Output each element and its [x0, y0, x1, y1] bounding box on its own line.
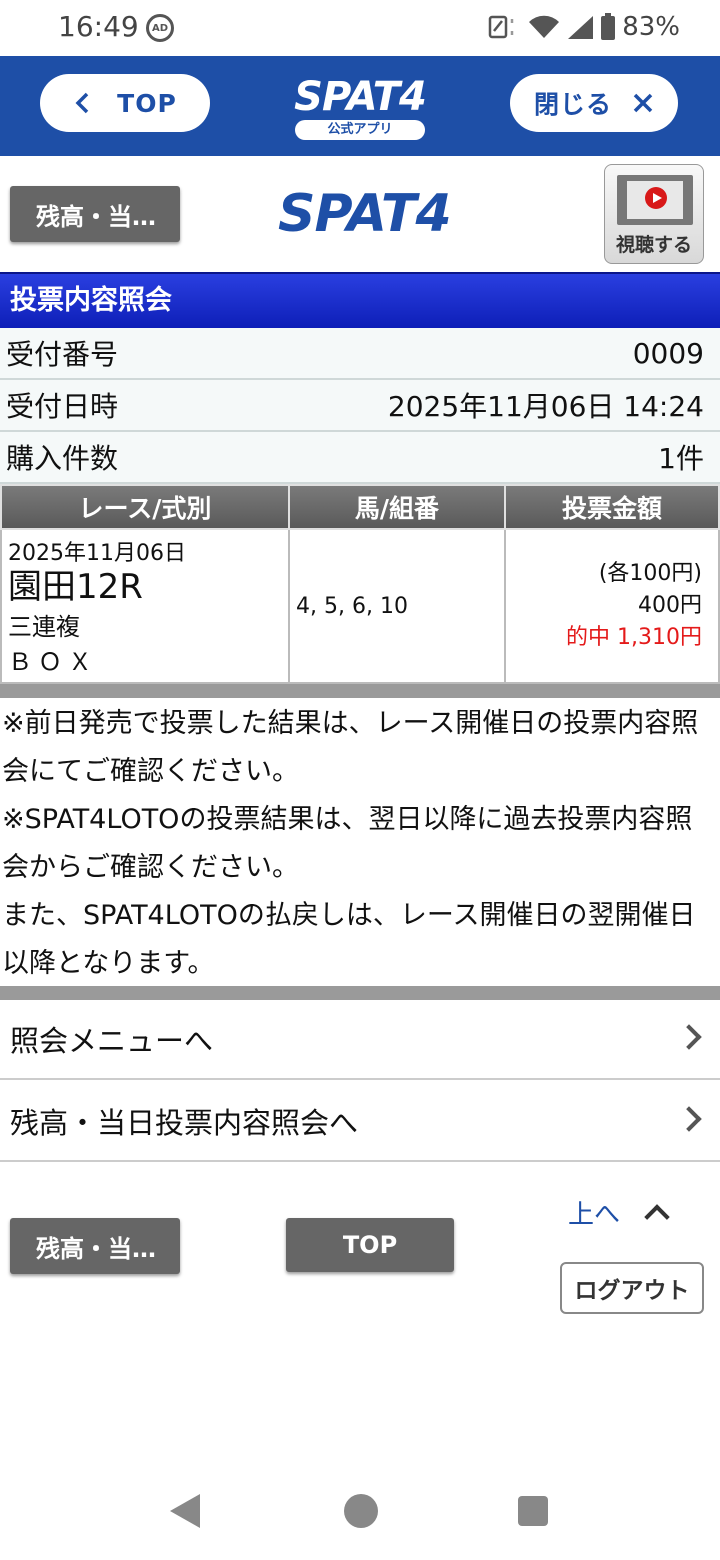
race-cell: 2025年11月06日 園田12R 三連複 ＢＯＸ [0, 528, 290, 684]
table-row: 2025年11月06日 園田12R 三連複 ＢＯＸ 4, 5, 6, 10 (各… [0, 528, 720, 684]
battery-level: 83% [622, 12, 680, 42]
page-header: 残高・当… SPAT4 視聴する [0, 156, 720, 272]
close-button-label: 閉じる [533, 90, 612, 119]
status-bar: 16:49 AD 83% [0, 0, 720, 56]
chevron-right-icon [676, 1024, 702, 1050]
amount-cell: (各100円) 400円 的中 1,310円 [504, 528, 720, 684]
divider [0, 684, 720, 698]
divider [0, 986, 720, 1000]
top-button[interactable]: TOP [40, 74, 210, 132]
inquiry-menu-label: 照会メニューへ [10, 1024, 214, 1058]
film-icon [617, 175, 693, 225]
bet-type: 三連複 [8, 613, 80, 641]
app-logo-sub: 公式アプリ [295, 120, 425, 140]
balance-inquiry-link[interactable]: 残高・当日投票内容照会へ [0, 1082, 720, 1162]
nav-recent-icon[interactable] [518, 1496, 548, 1526]
top-button-bottom[interactable]: TOP [286, 1218, 454, 1272]
system-nav-bar [0, 1460, 720, 1560]
chevron-right-icon [676, 1106, 702, 1132]
purchase-count-value: 1件 [658, 442, 704, 475]
header-amount: 投票金額 [504, 484, 720, 530]
receipt-datetime-value: 2025年11月06日 14:24 [387, 390, 704, 423]
chevron-up-icon[interactable] [644, 1204, 670, 1230]
unit-amount: (各100円) [598, 561, 702, 586]
receipt-datetime-row: 受付日時 2025年11月06日 14:24 [0, 380, 720, 432]
app-logo-text: SPAT4 [294, 74, 427, 120]
purchase-count-label: 購入件数 [6, 442, 119, 475]
bet-mode: ＢＯＸ [8, 648, 98, 676]
top-button-bottom-label: TOP [342, 1231, 398, 1259]
purchase-count-row: 購入件数 1件 [0, 432, 720, 484]
bet-table: レース/式別 馬/組番 投票金額 2025年11月06日 園田12R 三連複 Ｂ… [0, 484, 720, 684]
nav-back-icon[interactable] [170, 1494, 200, 1528]
logout-button[interactable]: ログアウト [560, 1262, 704, 1314]
balance-back-label-bottom: 残高・当… [36, 1234, 156, 1263]
battery-icon [601, 13, 616, 40]
notes: ※前日発売で投票した結果は、レース開催日の投票内容照会にてご確認ください。 ※S… [2, 700, 718, 988]
wifi-icon [529, 15, 560, 39]
race-name: 園田12R [8, 567, 143, 607]
watch-video-label: 視聴する [615, 234, 692, 256]
total-amount: 400円 [638, 593, 702, 618]
watch-video-button[interactable]: 視聴する [604, 164, 704, 264]
status-time: 16:49 [58, 10, 139, 43]
chevron-left-icon [75, 92, 89, 114]
close-button[interactable]: 閉じる [510, 74, 678, 132]
balance-back-button[interactable]: 残高・当… [10, 186, 180, 242]
header-race: レース/式別 [0, 484, 290, 530]
inquiry-menu-link[interactable]: 照会メニューへ [0, 1000, 720, 1080]
site-logo: SPAT4 [278, 184, 452, 244]
receipt-number-value: 0009 [632, 336, 704, 370]
race-date: 2025年11月06日 [8, 541, 186, 566]
note-3: また、SPAT4LOTOの払戻しは、レース開催日の翌開催日以降となります。 [2, 900, 696, 979]
nav-home-icon[interactable] [344, 1494, 378, 1528]
combo-cell: 4, 5, 6, 10 [288, 528, 506, 684]
play-icon [645, 187, 667, 209]
logout-label: ログアウト [574, 1278, 690, 1304]
scroll-to-top-link[interactable]: 上へ [568, 1194, 620, 1231]
app-logo: SPAT4 公式アプリ [292, 74, 428, 140]
app-header: TOP SPAT4 公式アプリ 閉じる [0, 56, 720, 156]
status-icons: 83% [488, 12, 680, 42]
receipt-datetime-label: 受付日時 [6, 390, 119, 423]
receipt-number-label: 受付番号 [6, 338, 119, 371]
top-button-label: TOP [117, 88, 177, 118]
header-combo: 馬/組番 [288, 484, 506, 530]
balance-back-button-bottom[interactable]: 残高・当… [10, 1218, 180, 1274]
balance-inquiry-label: 残高・当日投票内容照会へ [10, 1106, 359, 1140]
receipt-number-row: 受付番号 0009 [0, 328, 720, 380]
bet-table-header: レース/式別 馬/組番 投票金額 [0, 484, 720, 530]
ad-icon: AD [146, 14, 174, 42]
note-1: ※前日発売で投票した結果は、レース開催日の投票内容照会にてご確認ください。 [2, 708, 699, 787]
hit-amount: 的中 1,310円 [566, 625, 702, 650]
nfc-icon [488, 15, 514, 39]
page-title: 投票内容照会 [0, 272, 720, 328]
note-2: ※SPAT4LOTOの投票結果は、翌日以降に過去投票内容照会からご確認ください。 [2, 804, 693, 883]
signal-icon [568, 16, 594, 39]
balance-back-label: 残高・当… [36, 202, 156, 231]
close-icon [633, 93, 653, 113]
